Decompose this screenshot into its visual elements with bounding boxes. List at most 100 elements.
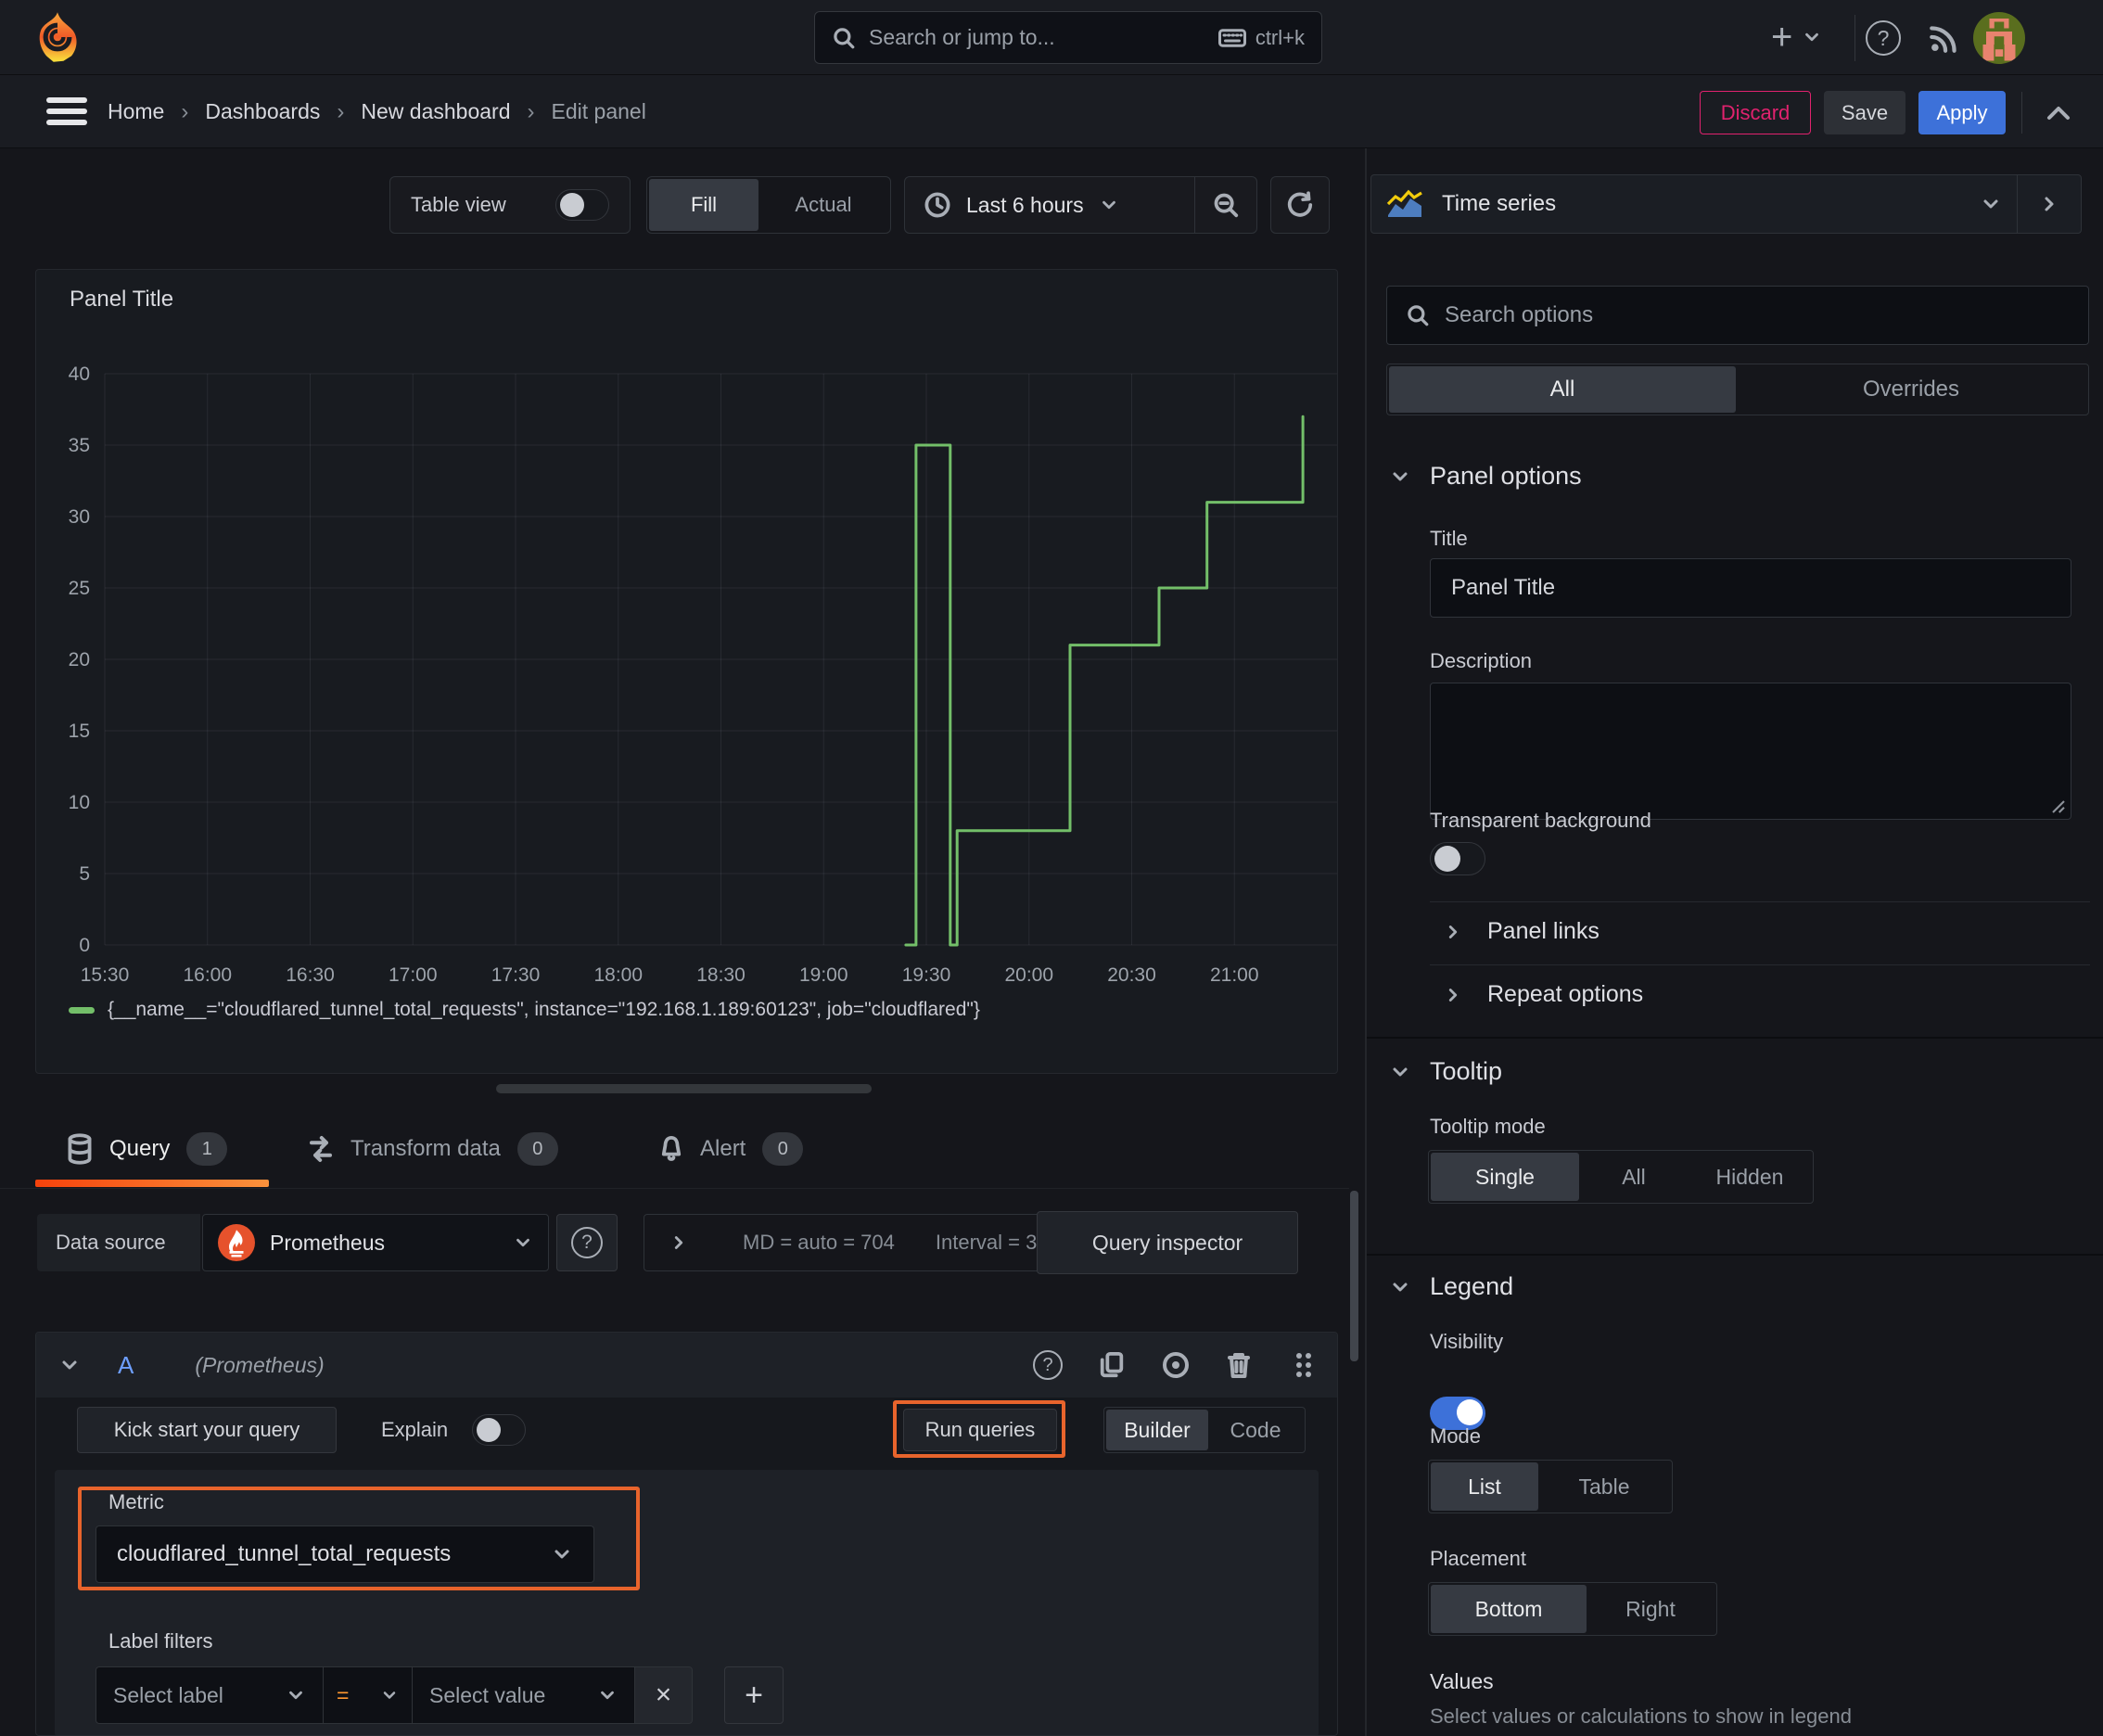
- legend-series-label[interactable]: {__name__="cloudflared_tunnel_total_requ…: [108, 999, 980, 1021]
- toggle-query-visibility-button[interactable]: [1161, 1350, 1191, 1380]
- query-help-icon-button[interactable]: ?: [1033, 1350, 1063, 1380]
- description-textarea[interactable]: [1430, 683, 2071, 820]
- add-filter-button[interactable]: +: [724, 1666, 784, 1724]
- breadcrumb-home[interactable]: Home: [108, 99, 164, 124]
- help-button[interactable]: ?: [1866, 20, 1901, 56]
- table-view-toggle[interactable]: [555, 189, 609, 221]
- query-header-row[interactable]: A (Prometheus) ?: [36, 1333, 1337, 1398]
- fill-option[interactable]: Fill: [649, 179, 758, 231]
- visibility-label: Visibility: [1430, 1330, 1504, 1353]
- chevron-down-icon[interactable]: [58, 1354, 81, 1376]
- tooltip-header[interactable]: Tooltip: [1389, 1057, 1502, 1086]
- select-value-dropdown[interactable]: Select value: [413, 1666, 635, 1724]
- operator-dropdown[interactable]: =: [324, 1666, 413, 1724]
- news-button[interactable]: [1927, 20, 1962, 56]
- breadcrumb-new-dashboard[interactable]: New dashboard: [361, 99, 510, 124]
- panel-title-value: Panel Title: [1451, 575, 1556, 600]
- tooltip-all-option[interactable]: All: [1579, 1153, 1689, 1201]
- topbar-divider: [1854, 15, 1855, 61]
- chart-legend[interactable]: {__name__="cloudflared_tunnel_total_requ…: [69, 999, 980, 1021]
- chevron-down-icon: [1393, 472, 1408, 480]
- placement-right-option[interactable]: Right: [1587, 1585, 1714, 1633]
- time-range-picker[interactable]: Last 6 hours: [905, 177, 1194, 233]
- scrollbar-thumb[interactable]: [1350, 1191, 1358, 1361]
- explain-toggle[interactable]: [472, 1414, 527, 1446]
- refresh-button[interactable]: [1270, 176, 1330, 234]
- collapse-options-button[interactable]: [2044, 101, 2073, 125]
- code-option[interactable]: Code: [1208, 1410, 1303, 1450]
- chevron-down-icon: [289, 1691, 302, 1700]
- close-icon: ×: [655, 1679, 672, 1710]
- chevron-right-icon[interactable]: [669, 1232, 689, 1253]
- drag-handle[interactable]: [1293, 1350, 1315, 1380]
- metric-select[interactable]: cloudflared_tunnel_total_requests: [96, 1525, 594, 1583]
- user-avatar[interactable]: [1973, 12, 2025, 64]
- zoom-out-button[interactable]: [1195, 177, 1256, 233]
- repeat-options-section[interactable]: Repeat options: [1443, 981, 1643, 1008]
- breadcrumb-dashboards[interactable]: Dashboards: [205, 99, 320, 124]
- tooltip-mode-label: Tooltip mode: [1430, 1115, 1546, 1138]
- tab-all[interactable]: All: [1389, 366, 1736, 413]
- mode-list-option[interactable]: List: [1431, 1462, 1538, 1511]
- pane-divider[interactable]: [1365, 148, 1367, 1736]
- keyboard-icon: [1217, 28, 1246, 47]
- section-divider: [1367, 1037, 2103, 1039]
- svg-text:10: 10: [69, 792, 90, 813]
- delete-query-button[interactable]: [1226, 1350, 1252, 1380]
- viz-select[interactable]: Time series: [1371, 175, 2017, 233]
- kickstart-button[interactable]: Kick start your query: [77, 1407, 337, 1453]
- options-search-input[interactable]: Search options: [1386, 286, 2089, 345]
- tooltip-single-option[interactable]: Single: [1431, 1153, 1579, 1201]
- run-queries-button[interactable]: Run queries: [903, 1409, 1057, 1451]
- svg-text:0: 0: [79, 935, 90, 956]
- datasource-help-button[interactable]: ?: [556, 1214, 618, 1271]
- placement-bottom-option[interactable]: Bottom: [1431, 1585, 1587, 1633]
- tooltip-mode-switcher: Single All Hidden: [1428, 1150, 1814, 1204]
- tab-transform-data[interactable]: Transform data 0: [306, 1126, 558, 1172]
- legend-header[interactable]: Legend: [1389, 1272, 1513, 1301]
- transparent-background-toggle[interactable]: [1430, 842, 1485, 875]
- svg-text:15: 15: [69, 721, 90, 742]
- mode-table-option[interactable]: Table: [1538, 1462, 1670, 1511]
- time-series-chart[interactable]: 0 5 10 15 20 25 30 35 40 15:30 16:00 16:30 17:00 17:3…: [55, 358, 1339, 998]
- query-ref-id[interactable]: A: [118, 1351, 134, 1380]
- tab-overrides[interactable]: Overrides: [1736, 366, 2086, 413]
- divider: [1430, 901, 2090, 902]
- panel-options-header[interactable]: Panel options: [1389, 462, 1582, 491]
- grafana-logo[interactable]: [30, 9, 85, 65]
- trash-icon: [1228, 1353, 1250, 1378]
- panel-links-section[interactable]: Panel links: [1443, 918, 1600, 945]
- resize-handle-icon[interactable]: [2050, 798, 2067, 815]
- fill-actual-switcher: Fill Actual: [646, 176, 891, 234]
- query-inspector-button[interactable]: Query inspector: [1037, 1211, 1298, 1274]
- query-options-md[interactable]: MD = auto = 704: [743, 1231, 895, 1255]
- remove-filter-button[interactable]: ×: [635, 1666, 693, 1724]
- global-search-input[interactable]: Search or jump to... ctrl+k: [814, 11, 1322, 64]
- select-label-dropdown[interactable]: Select label: [96, 1666, 324, 1724]
- svg-text:20:00: 20:00: [1004, 964, 1053, 986]
- plus-menu-button[interactable]: +: [1771, 17, 1822, 57]
- tab-query[interactable]: Query 1: [65, 1126, 228, 1172]
- actual-option[interactable]: Actual: [758, 179, 888, 231]
- grip-icon: [1296, 1353, 1311, 1377]
- save-button[interactable]: Save: [1824, 91, 1905, 134]
- discard-button[interactable]: Discard: [1700, 91, 1811, 134]
- panel-title[interactable]: Panel Title: [70, 287, 173, 313]
- duplicate-query-button[interactable]: [1098, 1350, 1126, 1380]
- viz-suggestions-button[interactable]: [2018, 175, 2081, 233]
- breadcrumb-separator: ›: [337, 98, 345, 124]
- panel: Panel Title 0 5 10 15 20 25 30 35 40 15:30 16:00 16…: [35, 269, 1338, 1074]
- explain-label: Explain: [381, 1418, 449, 1441]
- chevron-down-icon: [601, 1691, 614, 1700]
- apply-button[interactable]: Apply: [1918, 91, 2006, 134]
- panel-title-input[interactable]: Panel Title: [1430, 558, 2071, 618]
- legend-swatch: [69, 1006, 95, 1014]
- explain-control: Explain: [381, 1407, 527, 1453]
- builder-option[interactable]: Builder: [1106, 1410, 1208, 1450]
- menu-button[interactable]: [46, 97, 87, 127]
- pane-splitter-handle[interactable]: [496, 1084, 872, 1093]
- tooltip-hidden-option[interactable]: Hidden: [1689, 1153, 1811, 1201]
- datasource-picker[interactable]: Prometheus: [202, 1214, 549, 1271]
- svg-text:30: 30: [69, 506, 90, 528]
- tab-alert[interactable]: Alert 0: [657, 1126, 804, 1172]
